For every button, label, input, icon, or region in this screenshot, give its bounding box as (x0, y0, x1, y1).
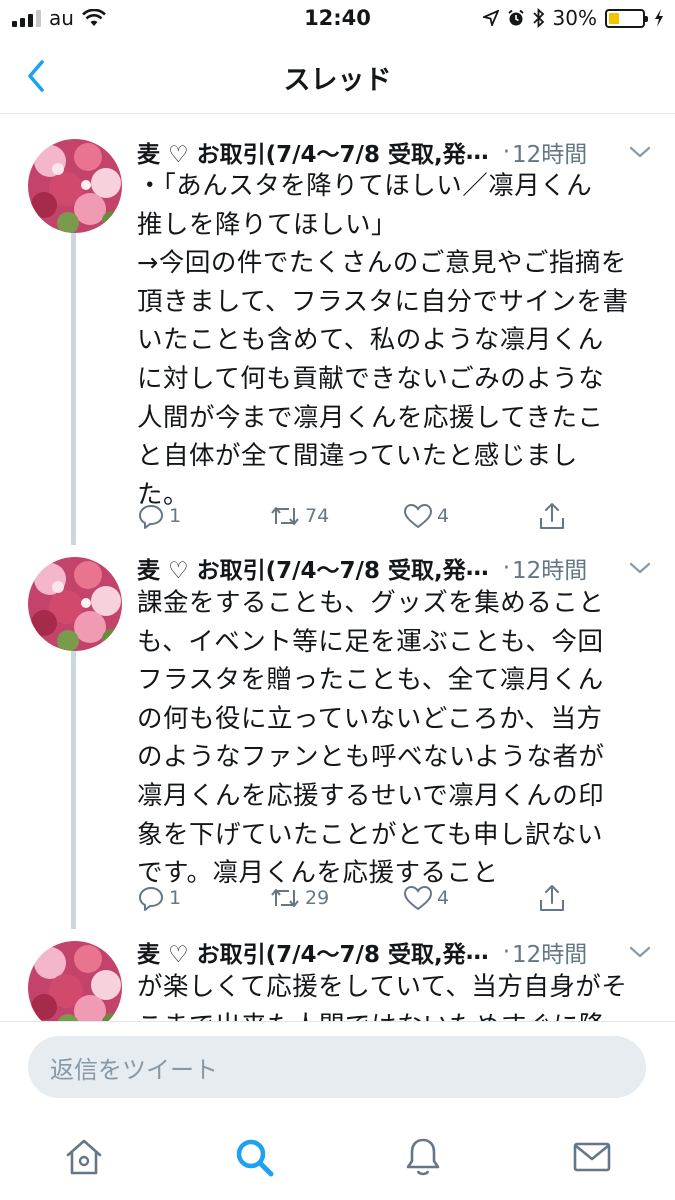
reply-icon (139, 505, 163, 529)
retweet-count: 74 (305, 505, 330, 527)
tweet-time[interactable]: 12時間 (512, 935, 587, 969)
author-ellipsis: … (465, 555, 489, 581)
heart-icon (403, 885, 433, 911)
page-title: スレッド (283, 65, 392, 96)
nav-header: スレッド (0, 38, 675, 114)
reply-bar: 返信をツイート (0, 1021, 675, 1117)
search-icon[interactable] (232, 1135, 276, 1179)
tweet-text-line: 象を下げていたことがとても申し訳ない (137, 819, 603, 850)
tweet-text: ・「あんスタを降りてほしい／凛月くん 推しを降りてほしい」 →今回の件でたくさん… (137, 167, 657, 514)
reply-input[interactable]: 返信をツイート (28, 1036, 646, 1098)
tweet-text-line: こまで出来た人間ではないためすぐに降 (137, 1007, 657, 1021)
retweet-icon (271, 889, 299, 907)
tab-bar (0, 1117, 675, 1200)
reply-count: 1 (169, 887, 182, 909)
like-button[interactable]: 4 (403, 499, 449, 533)
separator-dot: · (502, 139, 511, 165)
retweet-icon (271, 507, 299, 525)
thread-timeline[interactable]: 麦 ♡ お取引(7/4〜7/8 受取,発… · 12時間 ・「あんスタを降りてほ… (0, 115, 675, 1021)
retweet-button[interactable]: 29 (269, 881, 329, 915)
location-icon (482, 10, 499, 26)
chevron-down-icon[interactable] (627, 558, 653, 578)
like-count: 4 (437, 505, 450, 527)
notifications-icon[interactable] (401, 1135, 445, 1179)
tweet-text-line: に対して何も貢献できないごみのような (137, 363, 605, 394)
bluetooth-icon (532, 8, 544, 28)
home-icon[interactable] (62, 1135, 106, 1179)
tweet-text-line: のようなファンとも呼べないような者が (137, 742, 605, 773)
tweet-text-line: 人間が今まで凛月くんを応援してきたこ (137, 402, 604, 433)
tweet-text-line: 推しを降りてほしい」 (137, 209, 398, 240)
tweet-text-line: が楽しくて応援をしていて、当方自身がそ (137, 972, 628, 1002)
tweet-text-line: の何も役に立っていないどころか、当方 (137, 703, 603, 734)
chevron-down-icon[interactable] (627, 142, 653, 162)
reply-button[interactable]: 1 (137, 499, 181, 533)
author-name[interactable]: 麦 ♡ お取引(7/4〜7/8 受取,発 (137, 135, 466, 169)
tweet-text: 課金をすることも、グッズを集めること も、イベント等に足を運ぶことも、今回 フラ… (137, 584, 657, 893)
avatar[interactable] (28, 139, 122, 233)
like-button[interactable]: 4 (403, 881, 449, 915)
tweet-text-line: フラスタを贈ったことも、全て凛月くん (137, 665, 604, 696)
thread-connector-line (71, 651, 76, 929)
chevron-down-icon[interactable] (627, 942, 653, 962)
author-name[interactable]: 麦 ♡ お取引(7/4〜7/8 受取,発 (137, 935, 466, 969)
tweet-actions: 1 74 4 (137, 499, 577, 533)
tweet-text-line: いたことも含めて、私のような凛月くん (137, 325, 604, 356)
separator-dot: · (502, 939, 511, 965)
status-bar: au 12:40 30% (0, 0, 675, 38)
retweet-button[interactable]: 74 (269, 499, 329, 533)
tweet-text-line: ・「あんスタを降りてほしい／凛月くん (137, 171, 593, 201)
avatar[interactable] (28, 557, 122, 651)
tweet-text-line: も、イベント等に足を運ぶことも、今回 (137, 626, 604, 657)
share-button[interactable] (537, 881, 567, 915)
avatar[interactable] (28, 941, 122, 1021)
tweet-time[interactable]: 12時間 (512, 551, 587, 585)
messages-icon[interactable] (570, 1135, 614, 1179)
tweet-text-line: と自体が全て間違っていたと感じまし (137, 441, 578, 472)
battery-icon (605, 8, 648, 28)
like-count: 4 (437, 887, 450, 909)
author-ellipsis: … (465, 139, 489, 165)
tweet-time[interactable]: 12時間 (512, 135, 587, 169)
alarm-icon (507, 9, 524, 26)
share-icon (540, 503, 564, 529)
author-name[interactable]: 麦 ♡ お取引(7/4〜7/8 受取,発 (137, 551, 466, 585)
share-button[interactable] (537, 499, 567, 533)
tweet-text-line: 課金をすることも、グッズを集めること (137, 588, 605, 618)
separator-dot: · (502, 555, 511, 581)
battery-percent: 30% (552, 6, 597, 30)
reply-count: 1 (169, 505, 182, 527)
heart-icon (403, 503, 433, 529)
tweet-text-line: 頂きまして、フラスタに自分でサインを書 (137, 286, 629, 317)
reply-icon (139, 887, 163, 911)
retweet-count: 29 (305, 887, 330, 909)
reply-button[interactable]: 1 (137, 881, 181, 915)
charging-icon (655, 9, 663, 27)
tweet-text-line: 凛月くんを応援するせいで凛月くんの印 (137, 780, 605, 811)
author-ellipsis: … (465, 939, 489, 965)
tweet-text: が楽しくて応援をしていて、当方自身がそ こまで出来た人間ではないためすぐに降 (137, 968, 657, 1021)
tweet-text-line: →今回の件でたくさんのご意見やご指摘を (137, 248, 627, 279)
tweet-actions: 1 29 4 (137, 881, 577, 915)
share-icon (540, 885, 564, 911)
reply-placeholder: 返信をツイート (50, 1055, 218, 1084)
thread-connector-line (71, 207, 76, 545)
